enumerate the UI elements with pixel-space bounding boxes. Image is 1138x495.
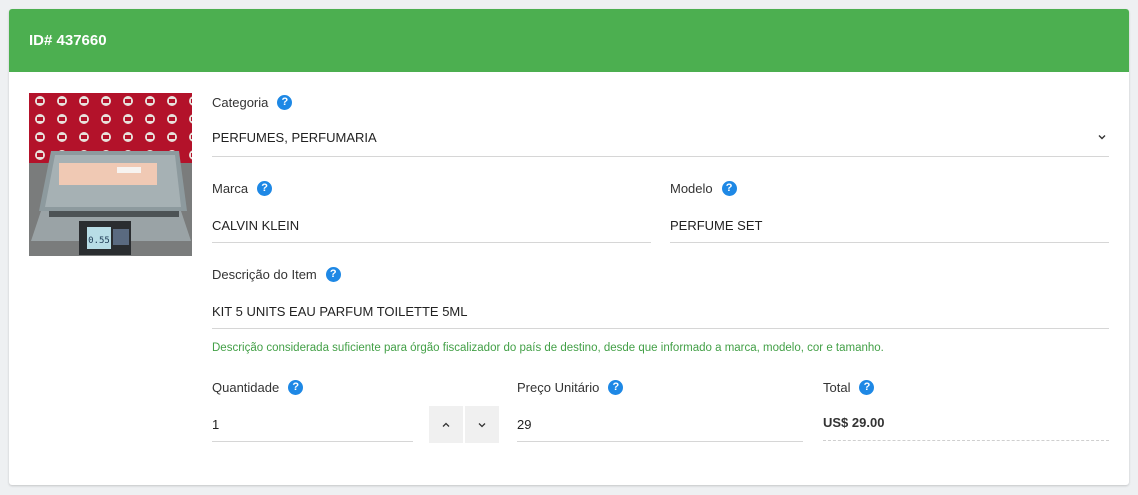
- chevron-down-icon: [1098, 135, 1106, 140]
- decrement-button[interactable]: [465, 406, 499, 443]
- marca-field: Marca ?: [212, 179, 651, 245]
- scale-readout: 0.55: [88, 236, 110, 246]
- marca-input[interactable]: [212, 209, 651, 243]
- marca-label: Marca: [212, 180, 249, 196]
- modelo-label: Modelo: [670, 180, 713, 196]
- chevron-up-icon: [442, 422, 450, 427]
- categoria-value: PERFUMES, PERFUMARIA: [212, 130, 377, 145]
- modelo-input[interactable]: [670, 209, 1109, 243]
- chevron-down-icon: [478, 422, 486, 427]
- categoria-field: Categoria ? PERFUMES, PERFUMARIA: [212, 93, 1109, 159]
- item-id-title: ID# 437660: [29, 32, 107, 49]
- item-id-header: ID# 437660: [9, 9, 1129, 72]
- descricao-field: Descrição do Item ?: [212, 265, 1109, 331]
- total-label: Total: [823, 379, 851, 395]
- question-icon[interactable]: ?: [277, 94, 293, 110]
- descricao-hint: Descrição considerada suficiente para ór…: [212, 342, 884, 354]
- categoria-select[interactable]: PERFUMES, PERFUMARIA: [212, 120, 1109, 157]
- question-icon[interactable]: ?: [288, 379, 304, 395]
- descricao-label: Descrição do Item: [212, 266, 317, 282]
- increment-button[interactable]: [429, 406, 463, 443]
- quantity-stepper: [429, 406, 499, 443]
- modelo-field: Modelo ?: [670, 179, 1109, 245]
- preco-input[interactable]: [517, 408, 803, 442]
- item-card: ID# 437660 0.55 Categoria ? PERFUMES, PE…: [9, 9, 1129, 485]
- question-icon[interactable]: ?: [257, 180, 273, 196]
- quantidade-field: Quantidade ?: [212, 378, 413, 444]
- question-icon[interactable]: ?: [721, 180, 737, 196]
- quantidade-label: Quantidade: [212, 379, 280, 395]
- question-icon[interactable]: ?: [859, 379, 875, 395]
- total-value: US$ 29.00: [823, 405, 1109, 441]
- preco-field: Preço Unitário ?: [517, 378, 803, 444]
- product-photo: 0.55: [29, 93, 192, 256]
- question-icon[interactable]: ?: [325, 266, 341, 282]
- total-field: Total ? US$ 29.00: [823, 378, 1109, 444]
- question-icon[interactable]: ?: [608, 379, 624, 395]
- preco-label: Preço Unitário: [517, 379, 600, 395]
- descricao-input[interactable]: [212, 295, 1109, 329]
- quantidade-input[interactable]: [212, 408, 413, 442]
- categoria-label: Categoria: [212, 94, 269, 110]
